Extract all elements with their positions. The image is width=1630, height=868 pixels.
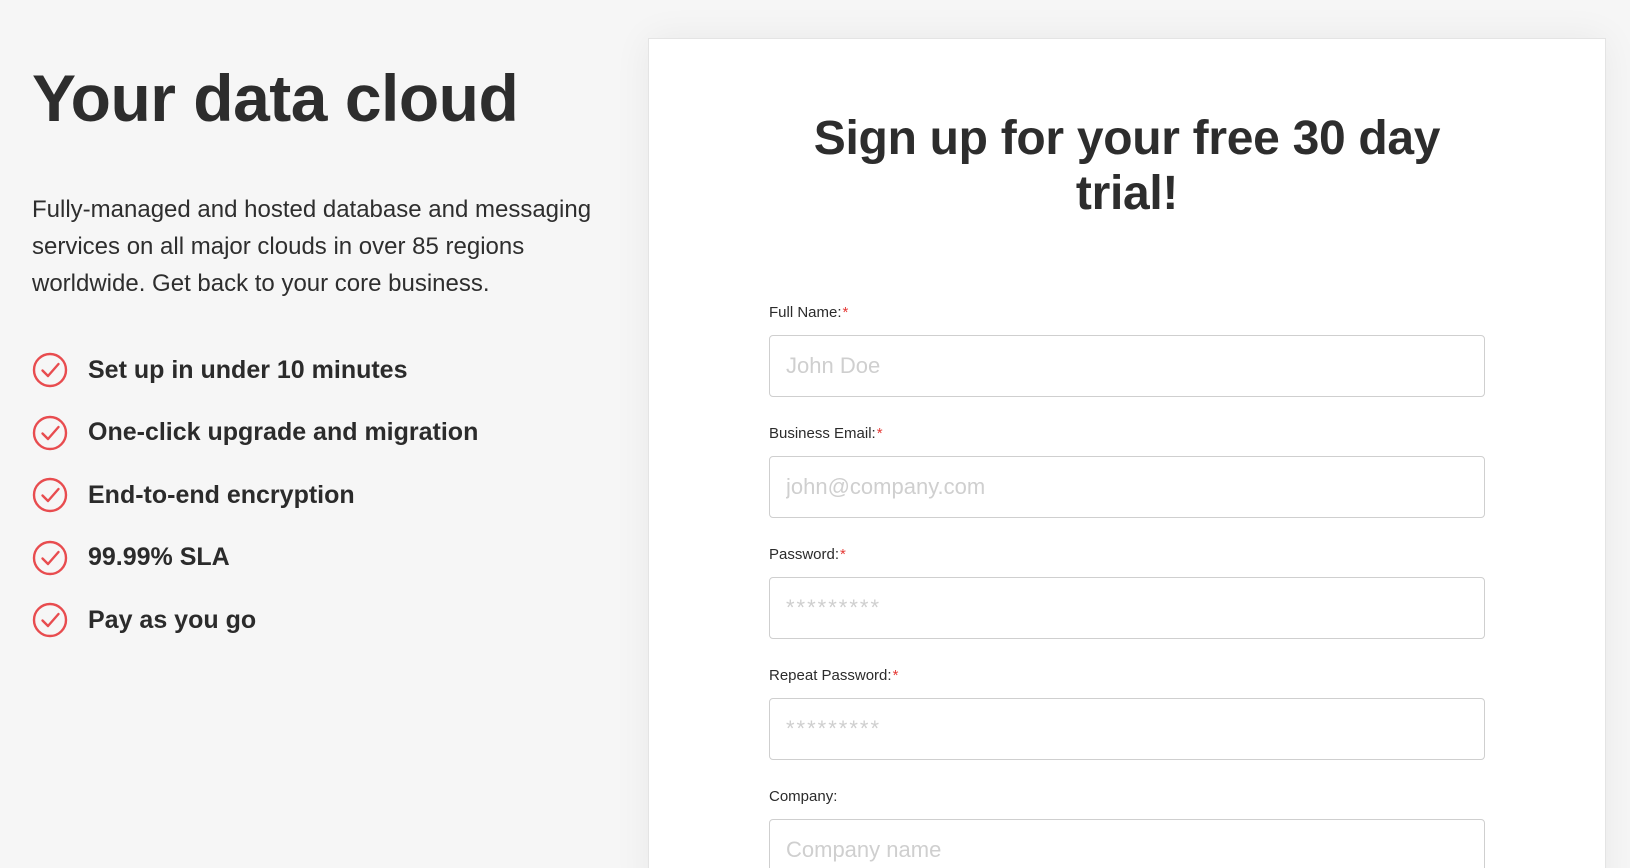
full-name-label: Full Name:* bbox=[769, 303, 1485, 323]
full-name-input[interactable] bbox=[769, 335, 1485, 397]
feature-item: Set up in under 10 minutes bbox=[32, 352, 612, 388]
required-marker: * bbox=[876, 425, 883, 442]
signup-page: Your data cloud Fully-managed and hosted… bbox=[0, 0, 1630, 868]
company-group: Company: bbox=[769, 787, 1485, 868]
feature-item: Pay as you go bbox=[32, 602, 612, 638]
required-marker: * bbox=[842, 304, 849, 321]
password-label: Password:* bbox=[769, 545, 1485, 565]
feature-label: One-click upgrade and migration bbox=[88, 418, 479, 446]
full-name-group: Full Name:* bbox=[769, 303, 1485, 397]
feature-label: Pay as you go bbox=[88, 605, 257, 634]
hero-section: Your data cloud Fully-managed and hosted… bbox=[32, 0, 612, 665]
repeat-password-input[interactable] bbox=[769, 698, 1485, 760]
password-input[interactable] bbox=[769, 577, 1485, 639]
required-marker: * bbox=[892, 667, 899, 684]
full-name-label-text: Full Name: bbox=[769, 304, 842, 321]
email-label: Business Email:* bbox=[769, 424, 1485, 444]
signup-title: Sign up for your free 30 day trial! bbox=[813, 112, 1441, 220]
hero-title: Your data cloud bbox=[32, 61, 519, 135]
company-label-text: Company: bbox=[769, 788, 838, 805]
email-label-text: Business Email: bbox=[769, 425, 876, 442]
feature-list: Set up in under 10 minutes One-click upg… bbox=[32, 352, 612, 638]
feature-label: End-to-end encryption bbox=[88, 480, 355, 509]
password-group: Password:* bbox=[769, 545, 1485, 639]
repeat-password-label-text: Repeat Password: bbox=[769, 667, 892, 684]
feature-item: One-click upgrade and migration bbox=[32, 415, 612, 451]
check-circle-icon bbox=[32, 477, 68, 513]
feature-item: End-to-end encryption bbox=[32, 477, 612, 513]
check-circle-icon bbox=[32, 540, 68, 575]
feature-label: 99.99% SLA bbox=[88, 543, 230, 571]
check-circle-icon bbox=[32, 602, 68, 638]
feature-label: Set up in under 10 minutes bbox=[88, 355, 408, 384]
check-circle-icon bbox=[32, 415, 68, 450]
required-marker: * bbox=[840, 546, 846, 563]
company-input[interactable] bbox=[769, 819, 1485, 868]
password-label-text: Password: bbox=[769, 546, 840, 563]
email-group: Business Email:* bbox=[769, 424, 1485, 518]
signup-card: Sign up for your free 30 day trial! Full… bbox=[648, 38, 1606, 868]
email-input[interactable] bbox=[769, 456, 1485, 518]
check-circle-icon bbox=[32, 352, 68, 388]
repeat-password-label: Repeat Password:* bbox=[769, 666, 1485, 686]
feature-item: 99.99% SLA bbox=[32, 540, 612, 576]
hero-description: Fully-managed and hosted database and me… bbox=[32, 196, 592, 297]
company-label: Company: bbox=[769, 787, 1485, 807]
repeat-password-group: Repeat Password:* bbox=[769, 666, 1485, 760]
